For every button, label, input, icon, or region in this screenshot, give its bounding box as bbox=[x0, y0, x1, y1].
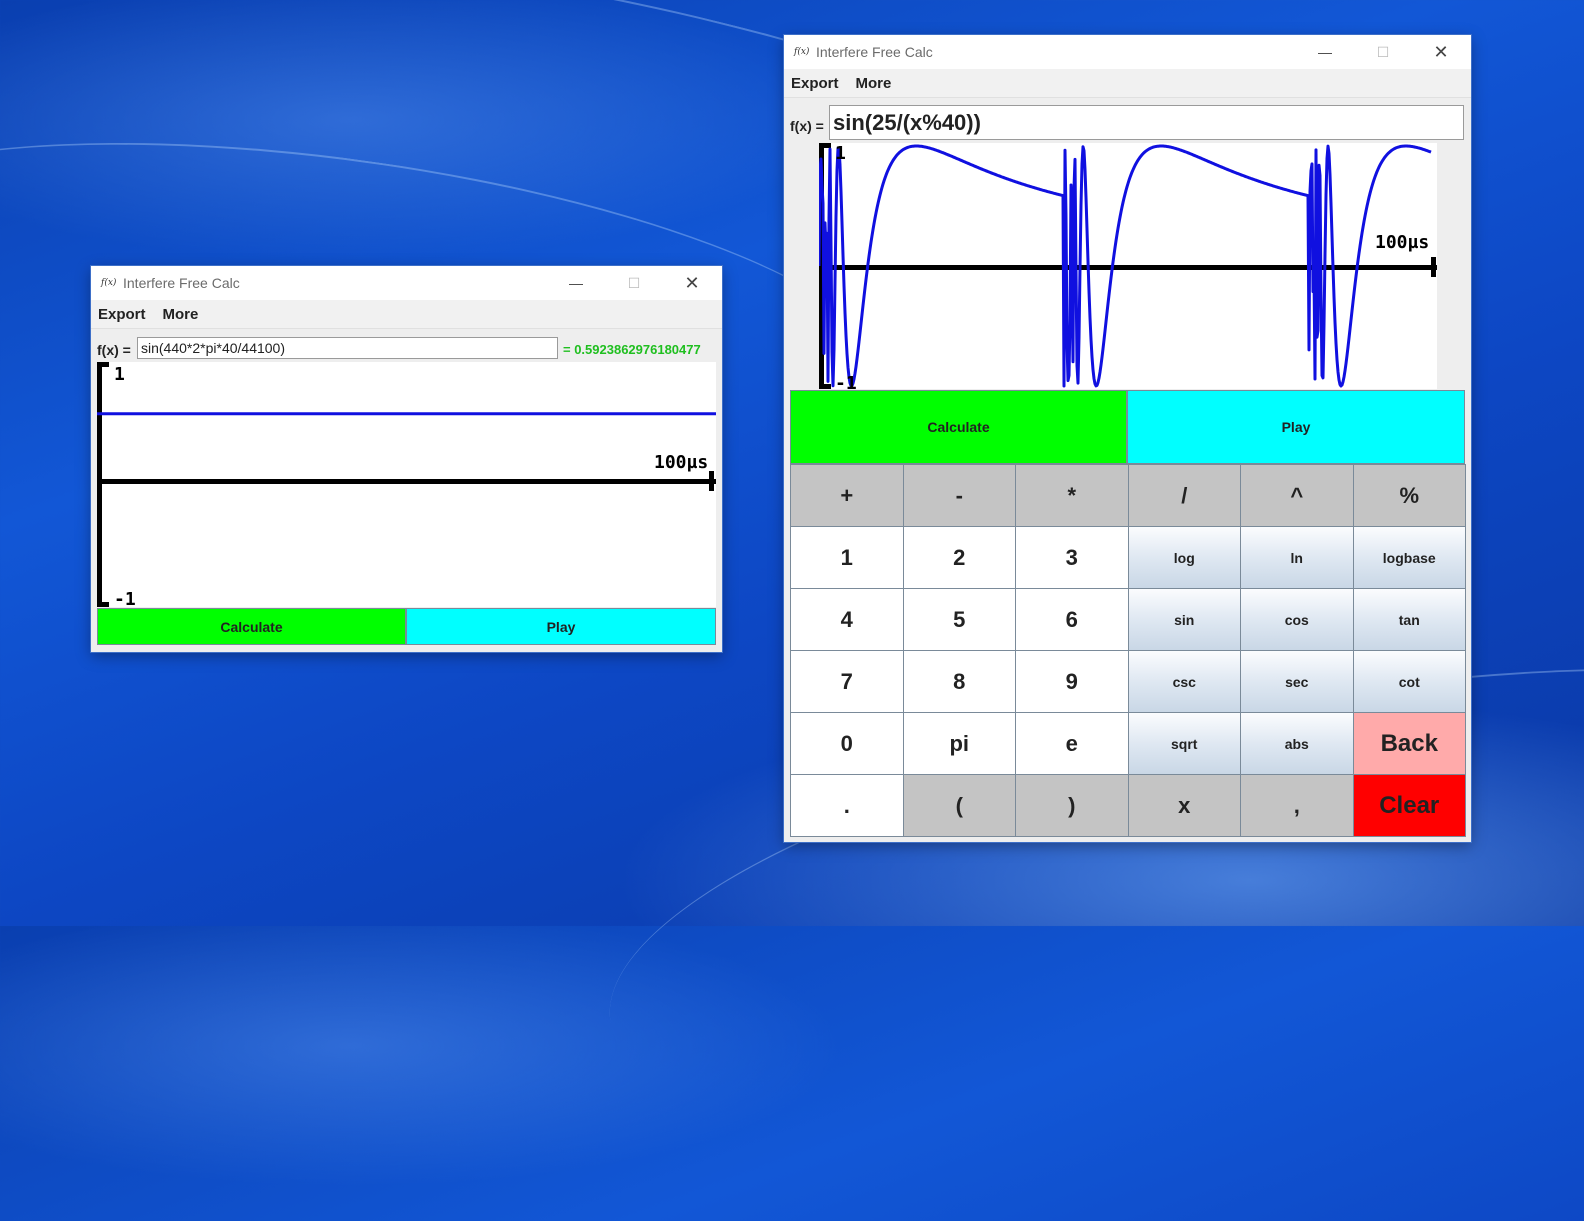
key-1-button[interactable]: 1 bbox=[790, 526, 904, 589]
key-sec-button[interactable]: sec bbox=[1240, 650, 1354, 713]
main-panel: f(x) = sin(440*2*pi*40/44100) = 0.592386… bbox=[91, 329, 722, 652]
key-comma-button[interactable]: , bbox=[1240, 774, 1354, 837]
y-max-label: 1 bbox=[114, 364, 125, 385]
x-axis bbox=[97, 479, 716, 484]
menu-export[interactable]: Export bbox=[791, 75, 839, 92]
large-calculator-window: f(x) Interfere Free Calc — ☐ ✕ Export Mo… bbox=[784, 35, 1471, 842]
expression-input[interactable]: sin(440*2*pi*40/44100) bbox=[137, 337, 558, 359]
play-button[interactable]: Play bbox=[1127, 390, 1465, 464]
y-axis-bottom-tick bbox=[819, 384, 831, 389]
maximize-icon[interactable]: ☐ bbox=[609, 266, 659, 300]
key-modulo-button[interactable]: % bbox=[1352, 464, 1466, 527]
key-log-button[interactable]: log bbox=[1127, 526, 1241, 589]
key-5-button[interactable]: 5 bbox=[902, 588, 1016, 651]
x-axis bbox=[819, 265, 1437, 270]
menu-export[interactable]: Export bbox=[98, 306, 146, 323]
y-min-label: -1 bbox=[114, 589, 136, 607]
key-cot-button[interactable]: cot bbox=[1352, 650, 1466, 713]
fx-label: f(x) = bbox=[97, 342, 131, 358]
fx-label: f(x) = bbox=[790, 118, 824, 134]
key-minus-button[interactable]: - bbox=[902, 464, 1016, 527]
calculate-button[interactable]: Calculate bbox=[97, 608, 406, 645]
result-value: = 0.5923862976180477 bbox=[563, 342, 701, 357]
y-axis-top-tick bbox=[97, 362, 109, 367]
minimize-icon[interactable]: — bbox=[551, 266, 601, 300]
close-icon[interactable]: ✕ bbox=[667, 266, 717, 300]
key-clear-button[interactable]: Clear bbox=[1352, 774, 1466, 837]
title-bar[interactable]: f(x) Interfere Free Calc — ☐ ✕ bbox=[784, 35, 1471, 69]
key-4-button[interactable]: 4 bbox=[790, 588, 904, 651]
key-open-paren-button[interactable]: ( bbox=[902, 774, 1016, 837]
small-calculator-window: f(x) Interfere Free Calc — ☐ ✕ Export Mo… bbox=[91, 266, 722, 652]
key-multiply-button[interactable]: * bbox=[1015, 464, 1129, 527]
key-abs-button[interactable]: abs bbox=[1240, 712, 1354, 775]
expression-input[interactable]: sin(25/(x%40)) bbox=[829, 105, 1464, 140]
window-title: Interfere Free Calc bbox=[816, 44, 933, 60]
y-axis-bottom-tick bbox=[97, 602, 109, 607]
graph-panel: 1 -1 100µs bbox=[819, 143, 1437, 389]
window-title: Interfere Free Calc bbox=[123, 275, 240, 291]
graph-canvas: 1 -1 100µs bbox=[97, 362, 716, 607]
menu-bar: Export More bbox=[784, 69, 1471, 98]
key-x-button[interactable]: x bbox=[1127, 774, 1241, 837]
key-2-button[interactable]: 2 bbox=[902, 526, 1016, 589]
key-6-button[interactable]: 6 bbox=[1015, 588, 1129, 651]
y-max-label: 1 bbox=[835, 143, 846, 164]
app-icon: f(x) bbox=[101, 278, 117, 288]
key-power-button[interactable]: ^ bbox=[1240, 464, 1354, 527]
x-axis-label: 100µs bbox=[1375, 232, 1429, 253]
graph-panel: 1 -1 100µs bbox=[97, 362, 716, 607]
key-7-button[interactable]: 7 bbox=[790, 650, 904, 713]
x-axis-label: 100µs bbox=[654, 452, 708, 473]
x-axis-end-tick bbox=[1431, 257, 1436, 277]
key-csc-button[interactable]: csc bbox=[1127, 650, 1241, 713]
key-close-paren-button[interactable]: ) bbox=[1015, 774, 1129, 837]
app-icon: f(x) bbox=[794, 47, 810, 57]
key-ln-button[interactable]: ln bbox=[1240, 526, 1354, 589]
close-icon[interactable]: ✕ bbox=[1416, 35, 1466, 69]
menu-more[interactable]: More bbox=[856, 75, 892, 92]
minimize-icon[interactable]: — bbox=[1300, 35, 1350, 69]
keypad: + - * / ^% 1 2 3 log ln logbase 4 5 6 sin cos tan 7 8 9 csc s… bbox=[790, 464, 1466, 837]
y-min-label: -1 bbox=[835, 373, 857, 389]
calculate-button[interactable]: Calculate bbox=[790, 390, 1127, 464]
key-sin-button[interactable]: sin bbox=[1127, 588, 1241, 651]
key-0-button[interactable]: 0 bbox=[790, 712, 904, 775]
title-bar[interactable]: f(x) Interfere Free Calc — ☐ ✕ bbox=[91, 266, 722, 300]
menu-bar: Export More bbox=[91, 300, 722, 329]
key-sqrt-button[interactable]: sqrt bbox=[1127, 712, 1241, 775]
key-logbase-button[interactable]: logbase bbox=[1352, 526, 1466, 589]
key-divide-button[interactable]: / bbox=[1127, 464, 1241, 527]
y-axis bbox=[97, 362, 102, 607]
key-3-button[interactable]: 3 bbox=[1015, 526, 1129, 589]
key-e-button[interactable]: e bbox=[1015, 712, 1129, 775]
key-cos-button[interactable]: cos bbox=[1240, 588, 1354, 651]
maximize-icon[interactable]: ☐ bbox=[1358, 35, 1408, 69]
key-back-button[interactable]: Back bbox=[1352, 712, 1466, 775]
key-pi-button[interactable]: pi bbox=[902, 712, 1016, 775]
x-axis-end-tick bbox=[709, 471, 714, 491]
main-panel: f(x) = sin(25/(x%40)) 1 -1 100µs Calcula… bbox=[784, 98, 1471, 842]
play-button[interactable]: Play bbox=[406, 608, 716, 645]
key-9-button[interactable]: 9 bbox=[1015, 650, 1129, 713]
menu-more[interactable]: More bbox=[163, 306, 199, 323]
key-tan-button[interactable]: tan bbox=[1352, 588, 1466, 651]
y-axis-top-tick bbox=[819, 143, 831, 148]
key-plus-button[interactable]: + bbox=[790, 464, 904, 527]
graph-canvas: 1 -1 100µs bbox=[819, 143, 1437, 389]
key-decimal-button[interactable]: . bbox=[790, 774, 904, 837]
key-8-button[interactable]: 8 bbox=[902, 650, 1016, 713]
